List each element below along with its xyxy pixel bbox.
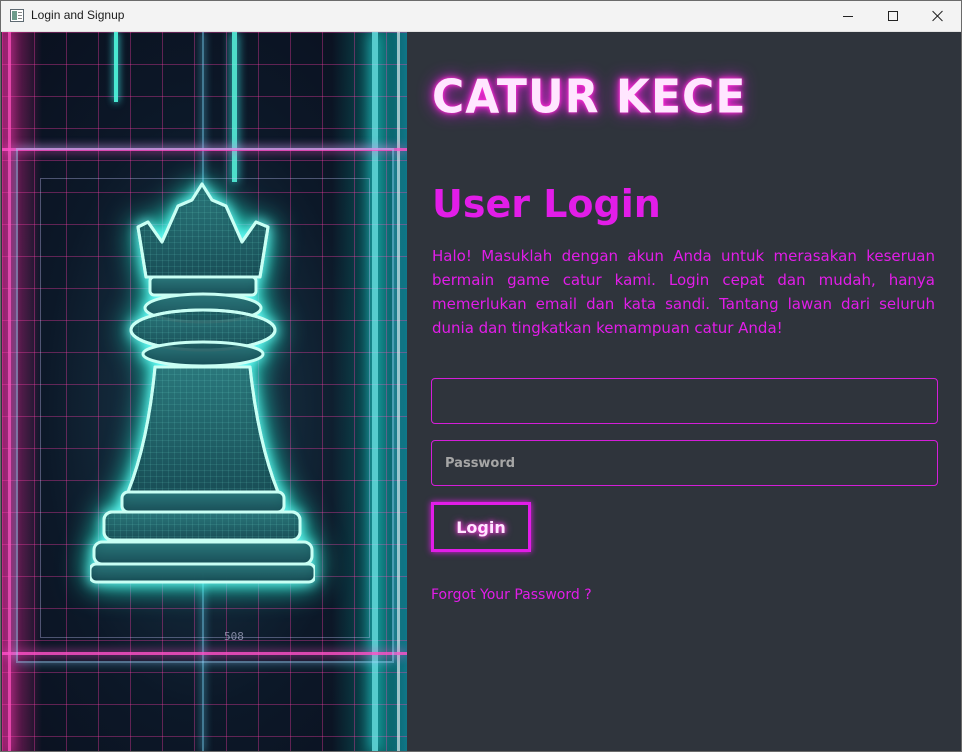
app-logo: CATUR KECE (432, 70, 747, 125)
chess-queen-icon (90, 182, 315, 584)
minimize-button[interactable] (825, 1, 871, 31)
login-button[interactable]: Login (431, 502, 531, 552)
close-button[interactable] (915, 1, 961, 31)
page-title: User Login (432, 182, 661, 226)
password-field[interactable] (431, 440, 938, 486)
neon-beam (397, 32, 400, 751)
art-frame-label: 508 (224, 630, 244, 643)
email-field[interactable] (431, 378, 938, 424)
window-title: Login and Signup (31, 8, 125, 22)
chess-art-panel: 508 (2, 32, 407, 751)
close-icon (932, 10, 944, 22)
app-icon (10, 9, 24, 22)
forgot-password-link[interactable]: Forgot Your Password ? (431, 587, 592, 603)
intro-text: Halo! Masuklah dengan akun Anda untuk me… (432, 247, 935, 337)
maximize-icon (888, 11, 898, 21)
login-panel: CATUR KECE User Login Halo! Masuklah den… (407, 32, 961, 751)
minimize-icon (843, 15, 853, 17)
app-window: Login and Signup 508 CATUR KECE User Log… (0, 0, 962, 752)
neon-beam (114, 32, 118, 102)
title-bar[interactable]: Login and Signup (1, 1, 961, 32)
maximize-button[interactable] (870, 1, 916, 31)
neon-beam (8, 32, 11, 751)
